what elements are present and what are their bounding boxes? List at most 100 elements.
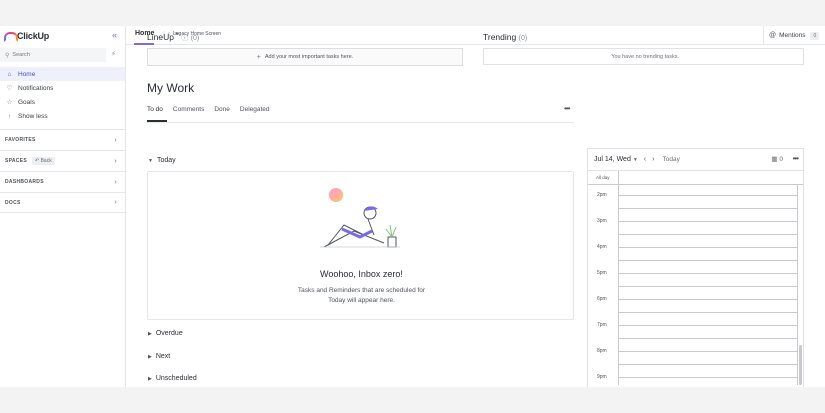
today-button[interactable]: Today (662, 156, 679, 163)
mywork-title: My Work (147, 81, 195, 95)
sidebar: ClickUp « ⚲ ⚡ ⌂ Home ♡ Notifications ☆ G… (0, 26, 126, 387)
divider (618, 185, 619, 385)
hour-line (619, 286, 797, 287)
hour-label: 6pm (597, 296, 607, 302)
divider (618, 171, 619, 186)
caret-right-icon: ▶ (148, 375, 152, 382)
group-label: Unscheduled (155, 375, 197, 382)
hour-label: 4pm (597, 244, 607, 250)
hour-line (619, 364, 797, 365)
hour-label: 8pm (597, 348, 607, 354)
chevron-right-icon: › (114, 178, 117, 186)
section-favorites[interactable]: FAVORITES › (0, 129, 126, 150)
arrow-up-icon: ↑ (7, 112, 12, 120)
empty-desc-line: Today will appear here. (328, 297, 395, 304)
chevron-right-icon: › (114, 136, 117, 144)
hour-label: 5pm (597, 270, 607, 276)
back-button[interactable]: ↶ Back (32, 157, 55, 165)
trending-empty-text: You have no trending tasks. (611, 53, 679, 60)
caret-right-icon: ▶ (148, 353, 152, 360)
tab-todo[interactable]: To do (147, 106, 163, 113)
sidebar-item-label: Show less (18, 112, 48, 120)
calendar-icon[interactable]: ▦ 0 (771, 155, 783, 163)
section-label: FAVORITES (5, 137, 36, 143)
sidebar-item-label: Notifications (18, 84, 54, 92)
chevron-right-icon: › (114, 199, 117, 206)
trending-count: (0) (518, 35, 528, 42)
group-unscheduled[interactable]: ▶ Unscheduled (148, 375, 197, 382)
hour-line (619, 195, 797, 196)
collapse-sidebar-icon[interactable]: « (112, 30, 117, 40)
hour-label: 2pm (597, 192, 607, 198)
divider (797, 185, 798, 385)
group-overdue[interactable]: ▶ Overdue (148, 330, 183, 337)
sidebar-item-notifications[interactable]: ♡ Notifications (0, 81, 125, 95)
hour-line (619, 325, 797, 326)
brand-name: ClickUp (17, 31, 50, 41)
more-options-icon[interactable]: ••• (793, 154, 799, 163)
hour-line (619, 234, 797, 235)
all-day-row[interactable]: All day (588, 170, 803, 186)
sidebar-item-goals[interactable]: ☆ Goals (0, 95, 125, 109)
group-next[interactable]: ▶ Next (148, 353, 170, 360)
group-label: Today (156, 157, 176, 164)
tab-done[interactable]: Done (214, 106, 230, 113)
caret-down-icon[interactable]: ▼ (633, 157, 638, 163)
hour-line (619, 247, 797, 248)
hour-line (619, 338, 797, 339)
section-dashboards[interactable]: DASHBOARDS › (0, 171, 126, 192)
sidebar-nav: ⌂ Home ♡ Notifications ☆ Goals ↑ Show le… (0, 67, 125, 123)
sidebar-item-show-less[interactable]: ↑ Show less (0, 109, 125, 123)
chevron-right-icon[interactable]: › (652, 156, 654, 163)
tab-delegated[interactable]: Delegated (240, 106, 270, 113)
tab-comments[interactable]: Comments (173, 106, 204, 113)
caret-down-icon: ▼ (148, 157, 153, 164)
search-bar[interactable]: ⚲ (0, 48, 106, 62)
section-docs[interactable]: DOCS › (0, 192, 126, 213)
bolt-icon[interactable]: ⚡ (111, 50, 116, 58)
hour-line (619, 221, 797, 222)
calendar-header: Jul 14, Wed ▼ ‹ › Today ▦ 0 ••• (588, 149, 803, 170)
lineup-count: (0) (190, 35, 200, 42)
calendar-scrollbar[interactable] (799, 345, 802, 385)
mentions-label: Mentions (779, 32, 806, 39)
lineup-add-button[interactable]: + Add your most important tasks here. (147, 48, 463, 66)
hour-line (619, 351, 797, 352)
logo[interactable]: ClickUp « (0, 26, 125, 46)
lineup-title: LineUp (147, 32, 174, 42)
at-icon: @ (769, 32, 777, 39)
hour-line (619, 299, 797, 300)
mywork-tabs: To do Comments Done Delegated (147, 106, 280, 113)
tab-active-indicator (134, 43, 154, 45)
chevron-right-icon: › (114, 157, 117, 165)
chevron-left-icon[interactable]: ‹ (644, 156, 646, 163)
sidebar-item-label: Home (18, 70, 36, 78)
calendar-date[interactable]: Jul 14, Wed (594, 156, 631, 163)
sidebar-item-label: Goals (18, 98, 35, 106)
hour-label: 3pm (597, 218, 607, 224)
hour-grid[interactable]: 2pm 3pm 4pm 5pm 6pm 7pm 8pm 9pm (588, 185, 803, 385)
lineup-add-label: Add your most important tasks here. (264, 54, 354, 60)
section-label: SPACES (5, 158, 27, 164)
more-options-icon[interactable]: ••• (564, 104, 570, 113)
top-header: Home ‹ Legacy Home Screen @ Mentions 0 (126, 26, 825, 45)
section-spaces[interactable]: SPACES ↶ Back › (0, 150, 126, 171)
hour-line (619, 377, 797, 378)
group-label: Next (155, 353, 171, 360)
trademark: ™ (173, 32, 179, 38)
hour-line (619, 260, 797, 261)
section-label: DASHBOARDS (5, 179, 44, 185)
group-today[interactable]: ▼ Today (148, 157, 176, 164)
mentions-button[interactable]: @ Mentions 0 (763, 26, 825, 45)
trending-empty-box: You have no trending tasks. (483, 48, 804, 65)
search-input[interactable] (12, 52, 93, 58)
empty-description: Tasks and Reminders that are scheduled f… (148, 286, 575, 306)
hour-label: 9pm (597, 374, 607, 380)
info-icon[interactable]: ⓘ (181, 35, 188, 42)
sidebar-item-home[interactable]: ⌂ Home (0, 67, 125, 81)
lineup-heading: LineUp™ ⓘ (0) (147, 32, 199, 43)
empty-title: Woohoo, Inbox zero! (320, 269, 403, 279)
day-calendar: Jul 14, Wed ▼ ‹ › Today ▦ 0 ••• All day … (587, 148, 804, 387)
bell-icon: ♡ (6, 85, 13, 92)
search-icon: ⚲ (5, 52, 10, 59)
